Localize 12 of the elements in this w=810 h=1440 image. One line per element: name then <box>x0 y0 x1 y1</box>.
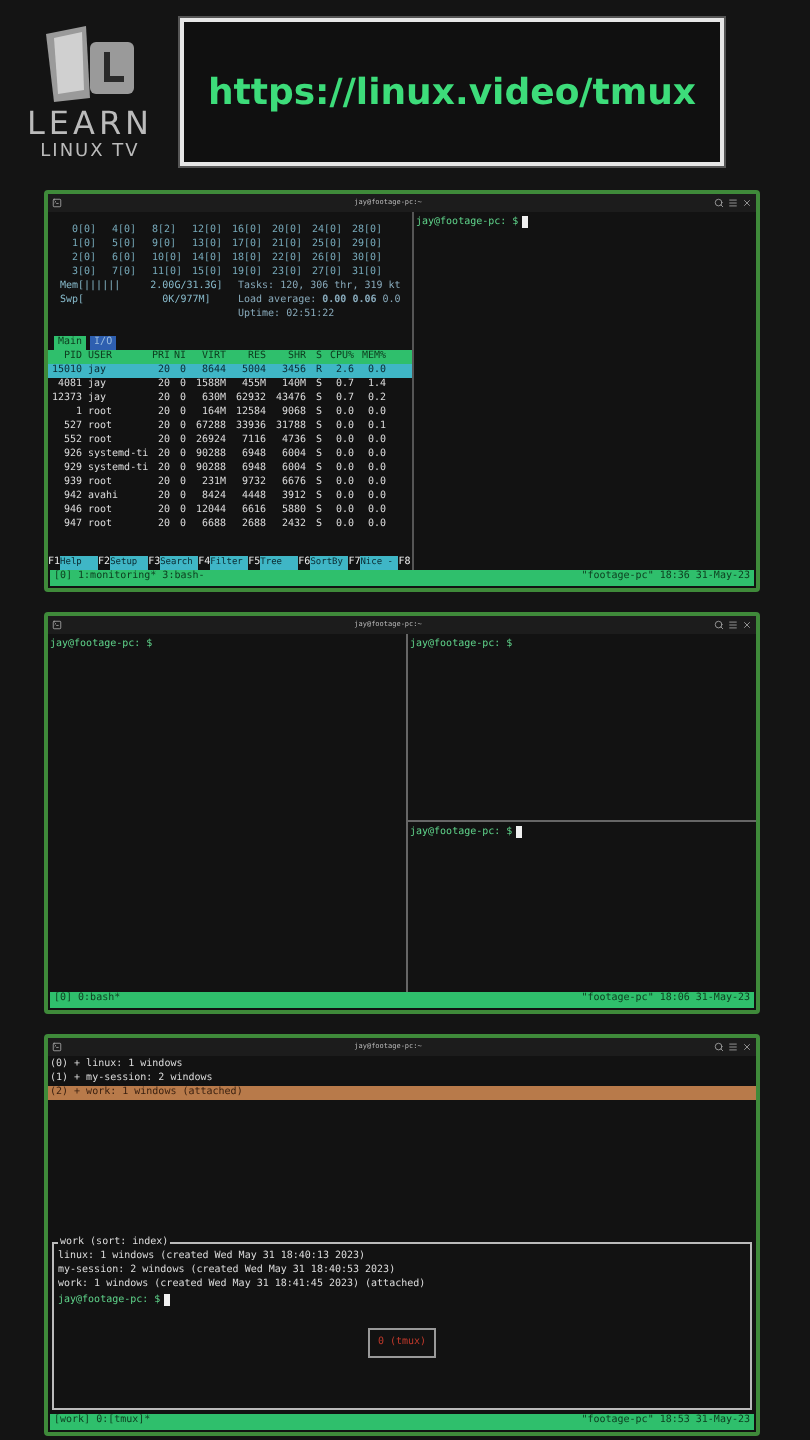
search-icon[interactable] <box>714 620 724 630</box>
menu-icon[interactable] <box>728 1042 738 1052</box>
logo-wordmark: LEARN <box>26 106 154 142</box>
logo-tagline: LINUX TV <box>40 142 140 162</box>
search-icon[interactable] <box>714 1042 724 1052</box>
terminal-icon <box>52 198 62 208</box>
terminal-icon <box>52 1042 62 1052</box>
menu-icon[interactable] <box>728 620 738 630</box>
terminal-icon <box>52 620 62 630</box>
url-link[interactable]: https://linux.video/tmux <box>207 65 697 119</box>
menu-icon[interactable] <box>728 198 738 208</box>
search-icon[interactable] <box>714 198 724 208</box>
